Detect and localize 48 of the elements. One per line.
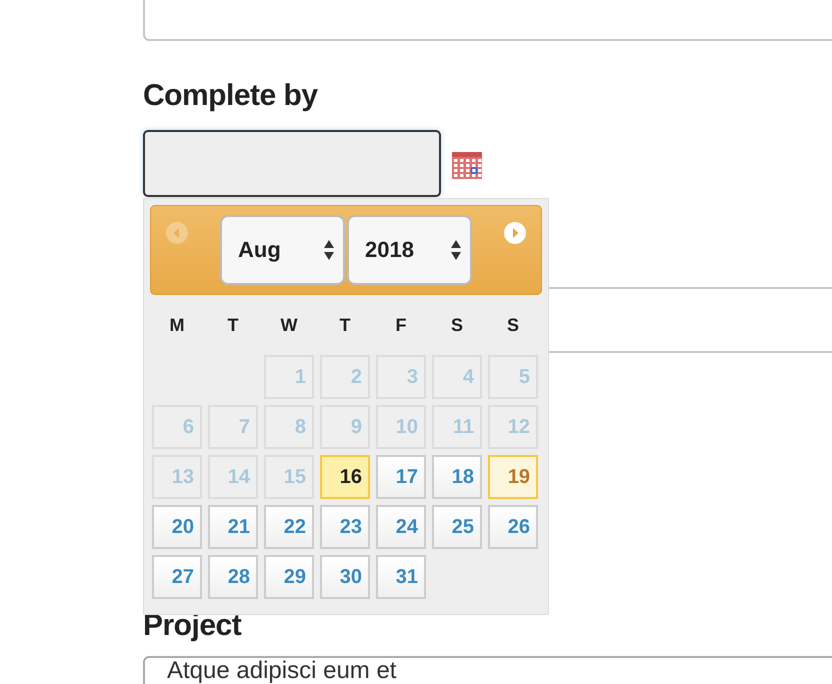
weekday-label: S	[506, 314, 520, 337]
day-cell[interactable]: 30	[320, 555, 370, 599]
day-cell: 1	[264, 355, 314, 399]
day-cell: 2	[320, 355, 370, 399]
day-cell[interactable]: 19	[488, 455, 538, 499]
day-cell[interactable]: 23	[320, 505, 370, 549]
day-cell: 6	[152, 405, 202, 449]
day-cell[interactable]: 31	[376, 555, 426, 599]
weekday-label: W	[280, 314, 298, 337]
day-cell: 13	[152, 455, 202, 499]
weekday-label: T	[338, 314, 352, 337]
month-select[interactable]: Aug	[220, 215, 345, 285]
day-cell[interactable]: 28	[208, 555, 258, 599]
day-cell[interactable]: 17	[376, 455, 426, 499]
day-cell: 14	[208, 455, 258, 499]
year-select[interactable]: 2018	[347, 215, 472, 285]
weekday-label: M	[168, 314, 186, 337]
day-cell[interactable]: 27	[152, 555, 202, 599]
day-cell: 10	[376, 405, 426, 449]
day-cell[interactable]: 22	[264, 505, 314, 549]
day-cell: 5	[488, 355, 538, 399]
weekday-label: F	[394, 314, 408, 337]
day-cell[interactable]: 24	[376, 505, 426, 549]
day-cell: 9	[320, 405, 370, 449]
text-field[interactable]	[143, 0, 832, 41]
weekday-label: S	[450, 314, 464, 337]
day-cell: 7	[208, 405, 258, 449]
day-cell: 15	[264, 455, 314, 499]
day-cell[interactable]: 21	[208, 505, 258, 549]
day-cell[interactable]: 26	[488, 505, 538, 549]
day-cell[interactable]: 20	[152, 505, 202, 549]
updown-icon	[450, 238, 462, 262]
day-cell: 3	[376, 355, 426, 399]
project-field[interactable]: Atque adipisci eum et	[143, 656, 832, 684]
day-cell: 8	[264, 405, 314, 449]
field-label: Project	[143, 608, 242, 644]
day-cell: 4	[432, 355, 482, 399]
day-cell[interactable]: 25	[432, 505, 482, 549]
day-cell: 11	[432, 405, 482, 449]
date-input-field[interactable]	[143, 130, 441, 197]
day-cell[interactable]: 16	[320, 455, 370, 499]
day-cell[interactable]: 18	[432, 455, 482, 499]
day-cell[interactable]: 29	[264, 555, 314, 599]
field-label: Complete by	[143, 78, 319, 114]
day-cell: 12	[488, 405, 538, 449]
next-icon[interactable]	[503, 221, 527, 245]
updown-icon	[323, 238, 335, 262]
weekday-label: T	[226, 314, 240, 337]
